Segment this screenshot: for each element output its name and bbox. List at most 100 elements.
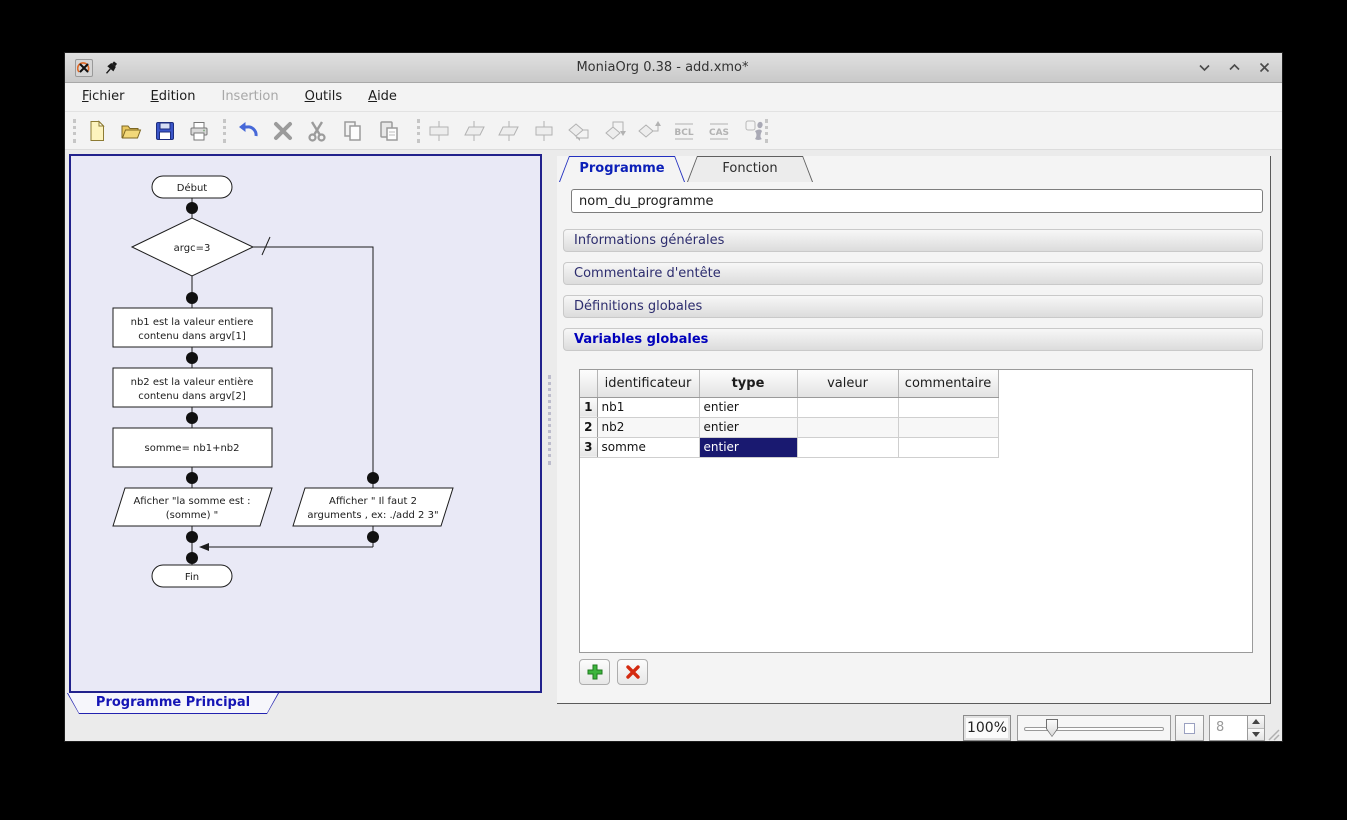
connection-dot[interactable] xyxy=(186,202,198,214)
spinner-up-button[interactable] xyxy=(1248,716,1264,729)
add-variable-button[interactable] xyxy=(579,659,610,685)
print-button[interactable] xyxy=(185,117,213,145)
save-button[interactable] xyxy=(151,117,179,145)
cell-valeur[interactable] xyxy=(797,437,898,457)
table-row: 3 somme entier xyxy=(580,437,998,457)
insert-dowhile-icon[interactable] xyxy=(600,117,628,145)
row-number[interactable]: 1 xyxy=(580,397,597,417)
program-name-input[interactable] xyxy=(571,189,1263,213)
paste-button[interactable] xyxy=(375,117,403,145)
grid-toggle-button[interactable] xyxy=(1175,715,1204,741)
zoom-percentage: 100% xyxy=(963,715,1011,741)
header-valeur[interactable]: valeur xyxy=(797,370,898,397)
cell-commentaire[interactable] xyxy=(898,417,998,437)
menu-fichier[interactable]: Fichier xyxy=(69,83,138,111)
connection-dot[interactable] xyxy=(186,352,198,364)
spinner-value: 8 xyxy=(1210,716,1247,740)
spinner-down-button[interactable] xyxy=(1248,729,1264,741)
slider-groove[interactable] xyxy=(1024,727,1164,731)
slider-handle[interactable] xyxy=(1046,719,1058,737)
app-window: MoniaOrg 0.38 - add.xmo* Fichier Edition… xyxy=(64,52,1283,742)
menu-insertion[interactable]: Insertion xyxy=(208,83,291,111)
node-output-error-line1: Afficher " Il faut 2 xyxy=(329,496,417,507)
minimize-button[interactable] xyxy=(1196,60,1212,76)
merge-arrowhead xyxy=(199,543,209,551)
pin-icon[interactable] xyxy=(103,60,119,76)
node-assign-nb1-line1: nb1 est la valeur entiere xyxy=(131,317,254,328)
tab-fonction[interactable]: Fonction xyxy=(687,156,813,182)
row-number[interactable]: 2 xyxy=(580,417,597,437)
cell-type[interactable]: entier xyxy=(699,417,797,437)
connection-dot[interactable] xyxy=(367,472,379,484)
connection-dot[interactable] xyxy=(367,531,379,543)
insert-read-icon[interactable] xyxy=(460,117,488,145)
slider-handle-face xyxy=(1047,720,1057,736)
connection-dot[interactable] xyxy=(186,292,198,304)
menu-outils[interactable]: Outils xyxy=(292,83,356,111)
arrow-down-icon xyxy=(1252,732,1260,737)
cell-identificateur[interactable]: somme xyxy=(597,437,699,457)
insert-block-icon[interactable] xyxy=(530,117,558,145)
insert-if-icon[interactable] xyxy=(635,117,663,145)
tab-programme[interactable]: Programme xyxy=(559,156,685,182)
insert-loop-bcl-icon[interactable]: BCL xyxy=(670,117,698,145)
insert-assign-icon[interactable] xyxy=(425,117,453,145)
section-definitions-globales[interactable]: Définitions globales xyxy=(563,295,1263,318)
cell-commentaire[interactable] xyxy=(898,437,998,457)
new-file-button[interactable] xyxy=(83,117,111,145)
cell-identificateur[interactable]: nb2 xyxy=(597,417,699,437)
connection-dot[interactable] xyxy=(186,412,198,424)
connection-dot[interactable] xyxy=(186,472,198,484)
app-logo-icon xyxy=(75,59,93,77)
insert-case-cas-icon[interactable]: CAS xyxy=(705,117,733,145)
header-identificateur[interactable]: identificateur xyxy=(597,370,699,397)
flowchart-canvas[interactable]: Début argc=3 nb1 est la valeur entiere c… xyxy=(69,154,542,693)
header-commentaire[interactable]: commentaire xyxy=(898,370,998,397)
cell-type[interactable]: entier xyxy=(699,397,797,417)
maximize-button[interactable] xyxy=(1226,60,1242,76)
node-decision-label: argc=3 xyxy=(174,243,211,254)
panel-tabs: Programme Fonction xyxy=(559,156,815,182)
delete-button[interactable] xyxy=(269,117,297,145)
arrow-up-icon xyxy=(1252,719,1260,724)
cell-valeur[interactable] xyxy=(797,397,898,417)
corner-header[interactable] xyxy=(580,370,597,397)
copy-button[interactable] xyxy=(339,117,367,145)
resize-grip[interactable] xyxy=(1264,725,1280,741)
node-output-somme-line2: (somme) " xyxy=(166,510,219,521)
cut-button[interactable] xyxy=(303,117,331,145)
delete-variable-button[interactable] xyxy=(617,659,648,685)
insert-write-icon[interactable] xyxy=(495,117,523,145)
node-assign-nb2-line2: contenu dans argv[2] xyxy=(138,391,246,402)
tab-programme-principal[interactable]: Programme Principal xyxy=(67,693,279,714)
insert-while-icon[interactable] xyxy=(565,117,593,145)
undo-button[interactable] xyxy=(235,117,263,145)
node-output-somme-line1: Aficher "la somme est : xyxy=(133,496,250,507)
cell-type-selected[interactable]: entier xyxy=(699,437,797,457)
node-end-label: Fin xyxy=(185,572,199,583)
connection-dot[interactable] xyxy=(186,552,198,564)
toolbar-drag-handle[interactable] xyxy=(417,119,420,143)
cell-identificateur[interactable]: nb1 xyxy=(597,397,699,417)
font-size-spinner[interactable]: 8 xyxy=(1209,715,1265,741)
section-informations-generales[interactable]: Informations générales xyxy=(563,229,1263,252)
variables-table: identificateur type valeur commentaire 1… xyxy=(579,369,1253,653)
close-button[interactable] xyxy=(1256,60,1272,76)
info-icon[interactable] xyxy=(742,117,770,145)
cell-commentaire[interactable] xyxy=(898,397,998,417)
section-commentaire-entete[interactable]: Commentaire d'entête xyxy=(563,262,1263,285)
splitter-handle[interactable] xyxy=(548,375,551,465)
zoom-slider[interactable] xyxy=(1017,715,1171,741)
section-variables-globales[interactable]: Variables globales xyxy=(563,328,1263,351)
menu-edition[interactable]: Edition xyxy=(138,83,209,111)
connection-dot[interactable] xyxy=(186,531,198,543)
toolbar-drag-handle[interactable] xyxy=(73,119,76,143)
properties-panel: Programme Fonction Informations générale… xyxy=(557,156,1271,704)
cell-valeur[interactable] xyxy=(797,417,898,437)
toolbar-drag-handle[interactable] xyxy=(223,119,226,143)
header-type[interactable]: type xyxy=(699,370,797,397)
node-assign-somme-label: somme= nb1+nb2 xyxy=(145,443,240,454)
row-number[interactable]: 3 xyxy=(580,437,597,457)
menu-aide[interactable]: Aide xyxy=(355,83,410,111)
open-file-button[interactable] xyxy=(117,117,145,145)
